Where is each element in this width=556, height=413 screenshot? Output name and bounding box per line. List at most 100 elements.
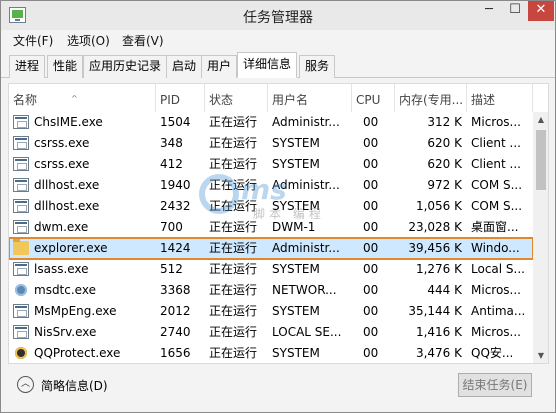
process-name: ChsIME.exe	[34, 115, 103, 129]
tab-app-history[interactable]: 应用历史记录	[83, 55, 168, 78]
process-status: 正在运行	[209, 325, 258, 339]
column-header-name[interactable]: ^ 名称	[9, 84, 156, 112]
scroll-down-arrow-icon[interactable]: ▼	[533, 348, 548, 363]
folder-icon	[13, 239, 29, 255]
process-memory: 444 K	[427, 283, 462, 297]
table-row[interactable]: QQProtect.exe 1656 正在运行 SYSTEM 00 3,476 K QQ安.…	[9, 343, 533, 363]
table-row[interactable]: NisSrv.exe 2740 正在运行 LOCAL SE... 00 1,416 K Mi…	[9, 322, 533, 343]
process-name: explorer.exe	[34, 241, 108, 255]
menu-bar: 文件(F) 选项(O) 查看(V)	[1, 30, 555, 50]
process-memory: 620 K	[427, 157, 462, 171]
table-row[interactable]: MsMpEng.exe 2012 正在运行 SYSTEM 00 35,144 K Antim…	[9, 301, 533, 322]
process-description: Client ...	[471, 157, 521, 171]
window-title: 任务管理器	[243, 10, 313, 26]
column-header-cpu[interactable]: CPU	[352, 84, 395, 112]
column-header-description[interactable]: 描述	[467, 84, 533, 112]
process-description: Local S...	[471, 262, 525, 276]
process-status: 正在运行	[209, 262, 258, 276]
process-description: COM S...	[471, 178, 523, 192]
title-bar[interactable]: 任务管理器 ─ ☐ ✕	[1, 1, 555, 30]
tab-details[interactable]: 详细信息	[237, 52, 298, 78]
vertical-scrollbar[interactable]: ▲ ▼	[533, 112, 548, 363]
process-cpu: 00	[363, 241, 379, 255]
process-description: 桌面窗...	[471, 220, 519, 234]
process-cpu: 00	[363, 346, 379, 360]
menu-view[interactable]: 查看(V)	[122, 32, 164, 49]
window-icon	[13, 220, 29, 234]
tab-performance[interactable]: 性能	[47, 55, 84, 78]
gear-icon	[13, 283, 29, 297]
table-row[interactable]: ChsIME.exe 1504 正在运行 Administr... 00 312 K Mic…	[9, 112, 533, 133]
scroll-up-arrow-icon[interactable]: ▲	[533, 112, 548, 128]
scroll-thumb[interactable]	[536, 130, 546, 190]
table-row[interactable]: msdtc.exe 3368 正在运行 NETWOR... 00 444 K Micros.…	[9, 280, 533, 301]
process-name: MsMpEng.exe	[34, 304, 117, 318]
process-name: lsass.exe	[34, 262, 89, 276]
process-pid: 3368	[160, 283, 191, 297]
table-row[interactable]: explorer.exe 1424 正在运行 Administr... 00 39,456…	[9, 237, 534, 260]
menu-file[interactable]: 文件(F)	[13, 32, 53, 49]
process-memory: 1,056 K	[415, 199, 462, 213]
end-task-button[interactable]: 结束任务(E)	[458, 373, 532, 397]
process-pid: 2740	[160, 325, 191, 339]
process-status: 正在运行	[209, 115, 258, 129]
process-username: NETWOR...	[272, 283, 337, 297]
process-memory: 972 K	[427, 178, 462, 192]
tab-bar: 进程 性能 应用历史记录 启动 用户 详细信息 服务	[1, 50, 555, 78]
minimize-button[interactable]: ─	[476, 1, 502, 21]
close-button[interactable]: ✕	[528, 1, 554, 21]
process-status: 正在运行	[209, 241, 258, 255]
details-table: ^ 名称 PID 状态 用户名 CPU 内存(专用... 描述 ChsIME.e…	[8, 83, 549, 364]
process-status: 正在运行	[209, 136, 258, 150]
tab-users[interactable]: 用户	[201, 55, 238, 78]
process-name: msdtc.exe	[34, 283, 96, 297]
process-name: csrss.exe	[34, 157, 90, 171]
process-description: Micros...	[471, 115, 521, 129]
menu-options[interactable]: 选项(O)	[67, 32, 110, 49]
column-header-status[interactable]: 状态	[205, 84, 268, 112]
process-pid: 348	[160, 136, 183, 150]
process-pid: 1424	[160, 241, 191, 255]
process-name: QQProtect.exe	[34, 346, 121, 360]
process-memory: 3,476 K	[415, 346, 462, 360]
process-description: Windo...	[471, 241, 520, 255]
column-header-pid[interactable]: PID	[156, 84, 205, 112]
process-description: COM S...	[471, 199, 523, 213]
task-manager-window: 任务管理器 ─ ☐ ✕ 文件(F) 选项(O) 查看(V) 进程 性能 应用历史…	[0, 0, 556, 413]
tab-startup[interactable]: 启动	[166, 55, 203, 78]
window-icon	[13, 325, 29, 339]
process-name: dwm.exe	[34, 220, 89, 234]
process-cpu: 00	[363, 136, 379, 150]
process-cpu: 00	[363, 283, 379, 297]
process-description: QQ安...	[471, 346, 514, 360]
process-username: Administr...	[272, 115, 340, 129]
fewer-details-link[interactable]: 简略信息(D)	[41, 377, 108, 394]
sort-ascending-icon: ^	[71, 94, 78, 103]
process-pid: 1504	[160, 115, 191, 129]
process-name: csrss.exe	[34, 136, 90, 150]
process-memory: 23,028 K	[408, 220, 462, 234]
process-name: dllhost.exe	[34, 199, 100, 213]
process-username: Administr...	[272, 241, 340, 255]
process-username: SYSTEM	[272, 262, 320, 276]
tab-processes[interactable]: 进程	[9, 55, 46, 78]
process-cpu: 00	[363, 304, 379, 318]
process-description: Client ...	[471, 136, 521, 150]
maximize-button[interactable]: ☐	[502, 1, 528, 21]
process-memory: 35,144 K	[408, 304, 462, 318]
qq-icon	[13, 346, 29, 360]
tab-services[interactable]: 服务	[299, 55, 336, 78]
process-cpu: 00	[363, 325, 379, 339]
column-header-username[interactable]: 用户名	[268, 84, 352, 112]
column-header-memory[interactable]: 内存(专用...	[395, 84, 467, 112]
window-icon	[13, 199, 29, 213]
chevron-up-icon[interactable]: ︿	[17, 376, 34, 393]
table-row[interactable]: csrss.exe 348 正在运行 SYSTEM 00 620 K Client ...	[9, 133, 533, 154]
process-description: Micros...	[471, 325, 521, 339]
process-memory: 1,276 K	[415, 262, 462, 276]
process-cpu: 00	[363, 115, 379, 129]
table-row[interactable]: lsass.exe 512 正在运行 SYSTEM 00 1,276 K Local S..…	[9, 259, 533, 280]
process-name: NisSrv.exe	[34, 325, 97, 339]
process-username: LOCAL SE...	[272, 325, 342, 339]
process-memory: 312 K	[427, 115, 462, 129]
